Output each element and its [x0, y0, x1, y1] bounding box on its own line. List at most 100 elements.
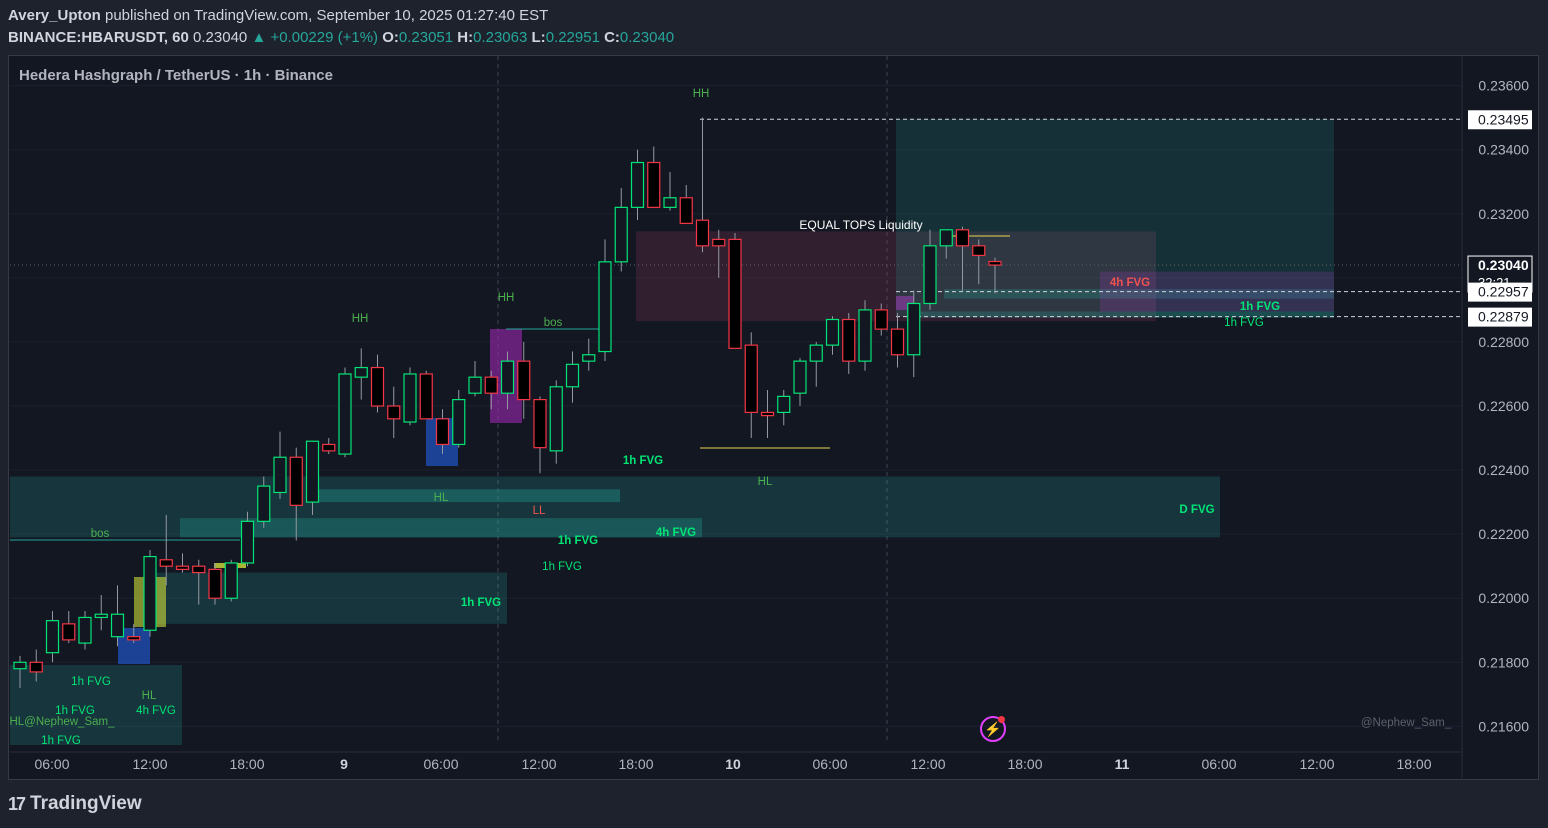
chart-annotation: HH	[352, 313, 369, 325]
candle-body	[760, 411, 775, 417]
candle-body	[647, 161, 661, 208]
candle-body	[289, 456, 303, 506]
fvg-label: 1h FVG	[623, 455, 663, 467]
candle-body	[224, 562, 238, 599]
candle-body	[468, 376, 482, 394]
chart-annotation: 1h FVG	[71, 676, 111, 688]
chart-annotation: 4h FVG	[136, 705, 176, 717]
chart-annotation: HL@Nephew_Sam_	[9, 716, 115, 728]
fvg-label: D FVG	[1179, 504, 1214, 516]
candle-body	[338, 373, 352, 455]
brand-name: TradingView	[30, 793, 142, 814]
fvg-zone-4	[316, 489, 620, 503]
chart-annotation: EQUAL TOPS Liquidity	[799, 218, 922, 232]
x-tick-label: 06:00	[34, 756, 69, 772]
candle-body	[825, 318, 840, 346]
candle-body	[874, 309, 888, 330]
chart-annotation: HL	[758, 476, 773, 488]
candle-body	[387, 405, 401, 420]
candle-body	[370, 366, 385, 407]
x-tick-label: 06:00	[812, 756, 847, 772]
x-tick-label: 18:00	[1396, 756, 1431, 772]
candle-body	[78, 616, 92, 644]
candle-body	[257, 485, 271, 522]
chart-annotation: HL	[434, 492, 449, 504]
y-tick-label: 0.22600	[1478, 398, 1529, 414]
chart-annotation: HH	[693, 88, 710, 100]
y-tick-label: 0.23600	[1478, 78, 1529, 94]
candle-body	[695, 219, 710, 247]
price-chart[interactable]: HH HH HH HL HL HL LL bos bos EQUAL TOPS Liquidity…	[0, 0, 1548, 828]
x-tick-label: 12:00	[521, 756, 556, 772]
chart-annotation: HL	[142, 690, 157, 702]
candle-body	[533, 398, 547, 449]
candle-body	[240, 520, 255, 564]
y-tick-label: 0.23200	[1478, 206, 1529, 222]
candle-body	[159, 559, 173, 567]
chart-annotation: 1h FVG	[1224, 317, 1264, 329]
x-tick-label: 06:00	[423, 756, 458, 772]
candle-body	[192, 565, 206, 574]
candle-body	[143, 555, 157, 631]
candle-body	[500, 360, 515, 394]
chart-annotation: 1h FVG	[542, 561, 582, 573]
candle-body	[712, 238, 726, 247]
x-tick-label: 18:00	[618, 756, 653, 772]
tradingview-logo-icon: 17	[8, 793, 26, 814]
chart-annotation: HH	[498, 292, 515, 304]
chart-annotation: LL	[533, 505, 546, 517]
fvg-label: 4h FVG	[1110, 277, 1150, 289]
tradingview-brand[interactable]: 17 TradingView	[8, 793, 142, 815]
x-tick-label: 9	[340, 756, 348, 772]
candle-body	[127, 636, 141, 641]
candle-body	[679, 197, 693, 224]
candle-body	[435, 418, 450, 446]
candle-body	[614, 206, 628, 263]
fvg-label: 1h FVG	[1240, 301, 1280, 313]
x-tick-label: 06:00	[1201, 756, 1236, 772]
candle-body	[858, 309, 872, 362]
candle-body	[988, 260, 1002, 266]
x-tick-label: 12:00	[132, 756, 167, 772]
watermark-text: @Nephew_Sam_	[1361, 717, 1452, 729]
candle-body	[13, 661, 27, 670]
chart-legend-title: Hedera Hashgraph / TetherUS · 1h · Binan…	[19, 67, 333, 84]
candle-body	[793, 360, 807, 394]
candle-body	[305, 440, 320, 503]
candle-body	[663, 197, 677, 208]
price-tag-value: 0.22957	[1478, 284, 1529, 300]
candle-body	[728, 238, 742, 349]
candle-body	[45, 620, 60, 654]
chart-annotation: 1h FVG	[41, 735, 81, 747]
candle-body	[208, 568, 222, 599]
x-tick-label: 18:00	[1007, 756, 1042, 772]
x-tick-label: 18:00	[229, 756, 264, 772]
y-tick-label: 0.22400	[1478, 462, 1529, 478]
x-tick-label: 10	[725, 756, 741, 772]
candle-body	[110, 613, 125, 638]
candle-body	[175, 565, 190, 570]
candle-body	[517, 360, 531, 401]
y-tick-label: 0.21600	[1478, 718, 1529, 734]
y-tick-label: 0.21800	[1478, 654, 1529, 670]
candle-body	[273, 456, 287, 494]
candle-body	[972, 245, 986, 257]
candle-body	[354, 366, 368, 378]
candle-body	[94, 613, 108, 619]
candle-body	[484, 376, 498, 394]
candle-body	[955, 229, 970, 247]
candle-body	[582, 354, 596, 362]
price-tag-value: 0.22879	[1478, 309, 1529, 325]
candle-body	[842, 318, 856, 362]
candle-body	[549, 386, 563, 452]
fvg-zone-3	[150, 572, 507, 624]
candle-body	[890, 328, 905, 356]
price-tag-value: 0.23495	[1478, 111, 1529, 127]
candle-body	[744, 344, 758, 414]
current-price-value: 0.23040	[1478, 257, 1529, 273]
candle-body	[630, 161, 645, 208]
y-tick-label: 0.22800	[1478, 334, 1529, 350]
y-tick-label: 0.22000	[1478, 590, 1529, 606]
x-tick-label: 12:00	[910, 756, 945, 772]
chart-annotation: bos	[544, 317, 563, 329]
